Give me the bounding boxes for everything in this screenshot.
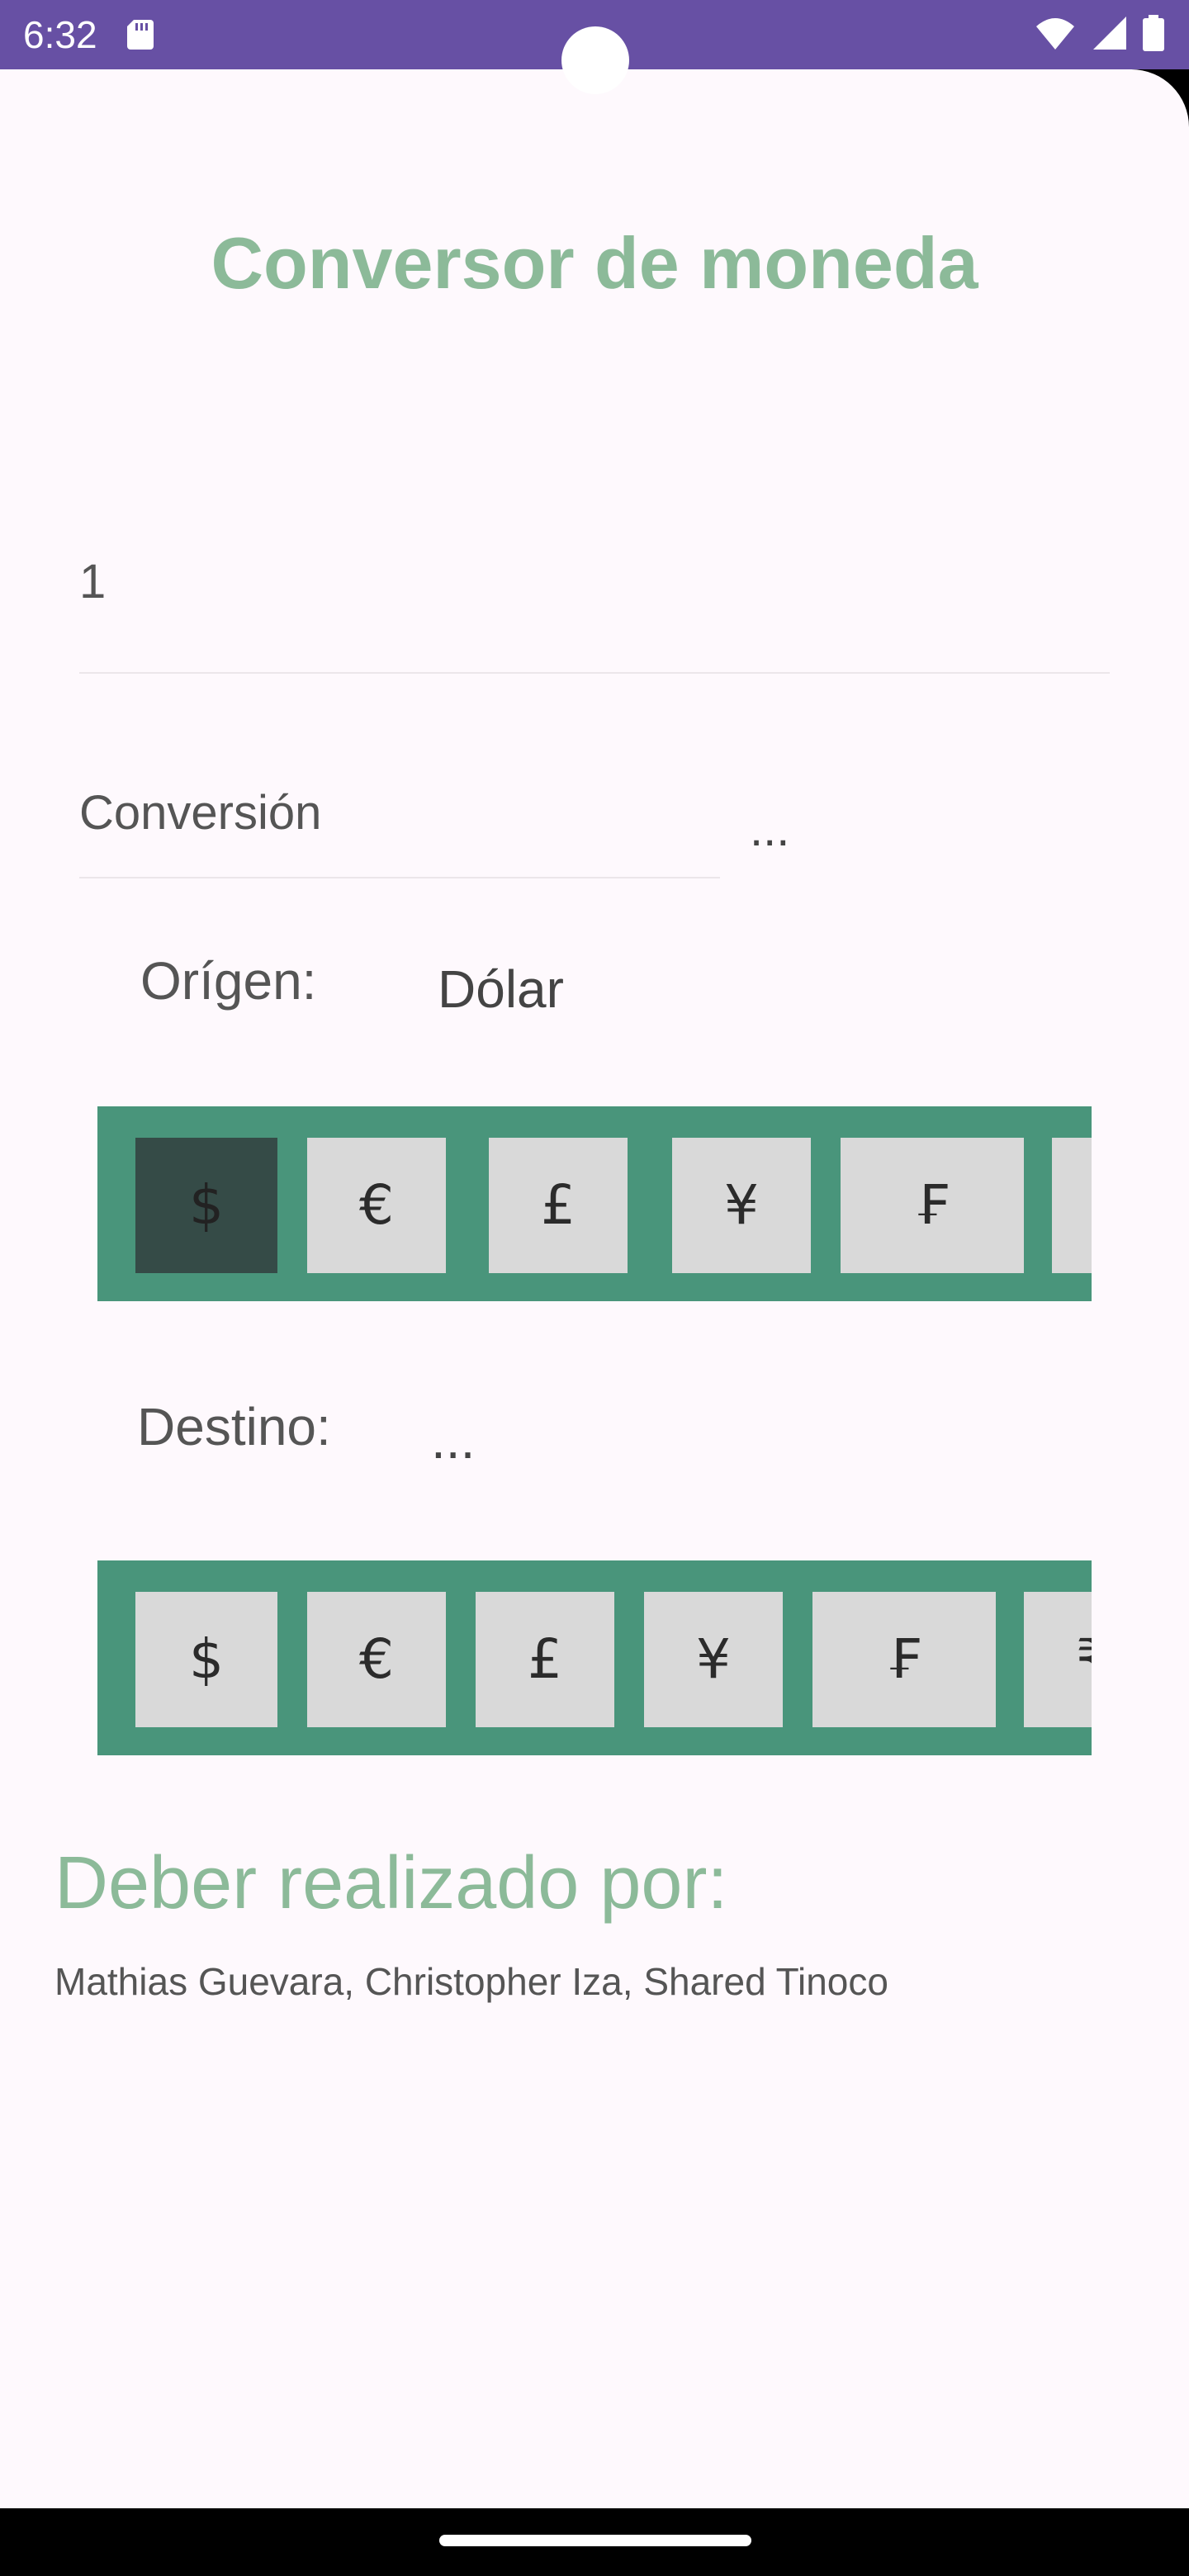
destination-currency-button-yen[interactable]: ¥	[644, 1592, 783, 1727]
origin-currency-button-franc[interactable]: ₣	[841, 1138, 1024, 1273]
origin-selected-value: Dólar	[438, 959, 564, 1019]
destination-currency-button-dollar[interactable]: $	[135, 1592, 277, 1727]
origin-label: Orígen:	[140, 951, 317, 1011]
battery-icon	[1143, 15, 1164, 51]
amount-input[interactable]: 1	[79, 553, 106, 611]
destination-currency-button-pound[interactable]: £	[476, 1592, 614, 1727]
page-title: Conversor de moneda	[211, 222, 978, 304]
camera-cutout	[561, 26, 629, 94]
credits-names: Mathias Guevara, Christopher Iza, Shared…	[54, 1960, 888, 2003]
home-gesture-handle[interactable]	[439, 2535, 751, 2546]
destination-label: Destino:	[137, 1397, 331, 1456]
destination-currency-button-franc[interactable]: ₣	[812, 1592, 996, 1727]
destination-selected-value: ...	[431, 1410, 476, 1470]
destination-currency-selector[interactable]: $ € £ ¥ ₣ ₹	[97, 1560, 1092, 1755]
origin-currency-button-dollar[interactable]: $	[135, 1138, 277, 1273]
origin-currency-button-euro[interactable]: €	[307, 1138, 446, 1273]
conversion-field-underline	[79, 877, 720, 878]
wifi-icon	[1036, 18, 1075, 50]
credits-heading: Deber realizado por:	[54, 1842, 728, 1925]
status-time: 6:32	[23, 13, 97, 56]
destination-currency-button-euro[interactable]: €	[307, 1592, 446, 1727]
destination-currency-button-rupee[interactable]: ₹	[1024, 1592, 1092, 1727]
navigation-bar	[0, 2508, 1189, 2576]
screen-corner	[1131, 69, 1189, 127]
origin-currency-button-pound[interactable]: £	[489, 1138, 628, 1273]
origin-currency-button-rupee[interactable]: ₹	[1052, 1138, 1092, 1273]
conversion-field[interactable]: Conversión	[79, 784, 321, 842]
conversion-result: ...	[750, 803, 790, 856]
cellular-signal-icon	[1092, 17, 1126, 50]
origin-currency-selector[interactable]: $ € £ ¥ ₣ ₹	[97, 1106, 1092, 1301]
origin-currency-button-yen[interactable]: ¥	[672, 1138, 811, 1273]
amount-input-underline	[79, 672, 1110, 674]
status-icons	[1023, 15, 1164, 54]
sd-card-icon	[127, 20, 154, 50]
